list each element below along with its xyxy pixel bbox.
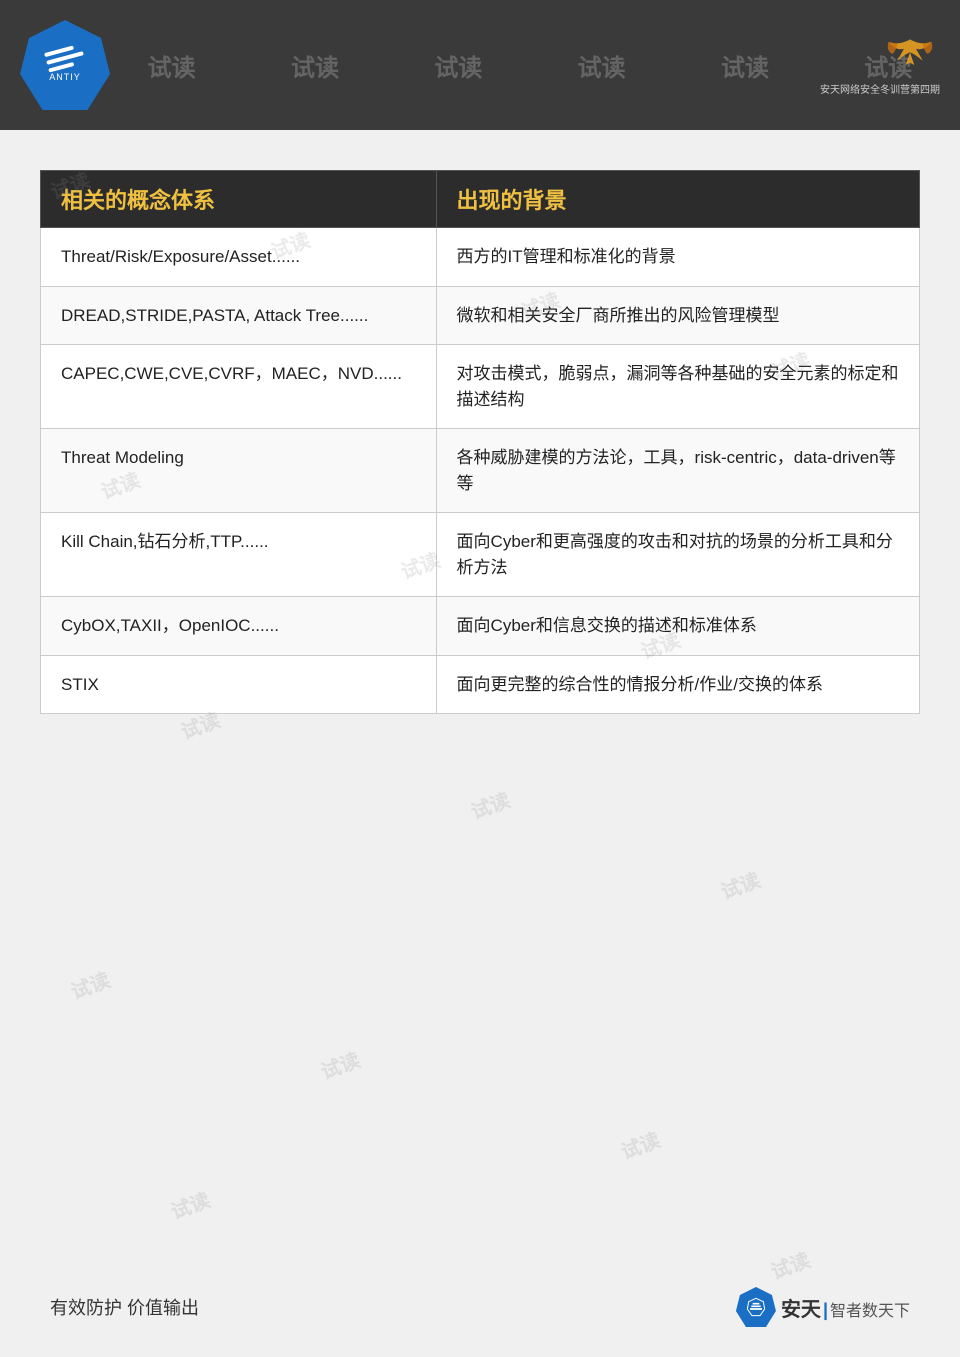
- table-cell-right: 各种威胁建模的方法论，工具，risk-centric，data-driven等等: [436, 429, 919, 513]
- table-cell-left: Kill Chain,钻石分析,TTP......: [41, 513, 437, 597]
- footer: 有效防护 价值输出 安天 | 智者数天下: [0, 1287, 960, 1327]
- table-cell-left: STIX: [41, 655, 437, 714]
- table-row: Kill Chain,钻石分析,TTP......面向Cyber和更高强度的攻击…: [41, 513, 920, 597]
- table-cell-right: 微软和相关安全厂商所推出的风险管理模型: [436, 286, 919, 345]
- table-cell-right: 面向Cyber和信息交换的描述和标准体系: [436, 597, 919, 656]
- table-row: DREAD,STRIDE,PASTA, Attack Tree......微软和…: [41, 286, 920, 345]
- wm-body-14: 试读: [166, 1184, 214, 1225]
- logo-text: ANTIY: [49, 72, 81, 82]
- header-wm-4: 试读: [578, 48, 626, 83]
- footer-logo: [736, 1287, 776, 1327]
- main-content: 相关的概念体系 出现的背景 Threat/Risk/Exposure/Asset…: [0, 130, 960, 714]
- wm-body-15: 试读: [766, 1244, 814, 1285]
- table-cell-right: 面向更完整的综合性的情报分析/作业/交换的体系: [436, 655, 919, 714]
- header-brand: 安天网络安全冬训营第四期: [820, 34, 940, 96]
- col2-header: 出现的背景: [436, 171, 919, 228]
- brand-subtitle: 安天网络安全冬训营第四期: [820, 81, 940, 96]
- table-cell-left: Threat/Risk/Exposure/Asset......: [41, 228, 437, 287]
- wm-body-11: 试读: [66, 964, 114, 1005]
- table-row: CAPEC,CWE,CVE,CVRF，MAEC，NVD......对攻击模式，脆…: [41, 345, 920, 429]
- wm-body-13: 试读: [616, 1124, 664, 1165]
- table-row: CybOX,TAXII，OpenIOC......面向Cyber和信息交换的描述…: [41, 597, 920, 656]
- table-cell-left: CybOX,TAXII，OpenIOC......: [41, 597, 437, 656]
- table-cell-left: Threat Modeling: [41, 429, 437, 513]
- footer-brand-name: 安天: [781, 1293, 821, 1322]
- footer-separator: |: [823, 1300, 828, 1321]
- wm-body-12: 试读: [316, 1044, 364, 1085]
- wm-body-9: 试读: [466, 784, 514, 825]
- header-wm-2: 试读: [291, 48, 339, 83]
- wm-body-10: 试读: [716, 864, 764, 905]
- footer-left-text: 有效防护 价值输出: [50, 1294, 199, 1320]
- eagle-icon: [880, 34, 940, 79]
- table-cell-left: CAPEC,CWE,CVE,CVRF，MAEC，NVD......: [41, 345, 437, 429]
- table-row: STIX面向更完整的综合性的情报分析/作业/交换的体系: [41, 655, 920, 714]
- col1-header: 相关的概念体系: [41, 171, 437, 228]
- header: 试读 试读 试读 试读 试读 试读 ANTIY 安天网络安全冬训营第四期: [0, 0, 960, 130]
- table-cell-left: DREAD,STRIDE,PASTA, Attack Tree......: [41, 286, 437, 345]
- table-row: Threat/Risk/Exposure/Asset......西方的IT管理和…: [41, 228, 920, 287]
- table-cell-right: 西方的IT管理和标准化的背景: [436, 228, 919, 287]
- header-wm-5: 试读: [721, 48, 769, 83]
- header-wm-3: 试读: [434, 48, 482, 83]
- concept-table: 相关的概念体系 出现的背景 Threat/Risk/Exposure/Asset…: [40, 170, 920, 714]
- table-row: Threat Modeling各种威胁建模的方法论，工具，risk-centri…: [41, 429, 920, 513]
- header-watermarks: 试读 试读 试读 试读 试读 试读: [0, 0, 960, 130]
- footer-brand-sub: 智者数天下: [830, 1297, 910, 1321]
- table-cell-right: 对攻击模式，脆弱点，漏洞等各种基础的安全元素的标定和描述结构: [436, 345, 919, 429]
- header-wm-1: 试读: [148, 48, 196, 83]
- footer-right: 安天 | 智者数天下: [736, 1287, 910, 1327]
- table-cell-right: 面向Cyber和更高强度的攻击和对抗的场景的分析工具和分析方法: [436, 513, 919, 597]
